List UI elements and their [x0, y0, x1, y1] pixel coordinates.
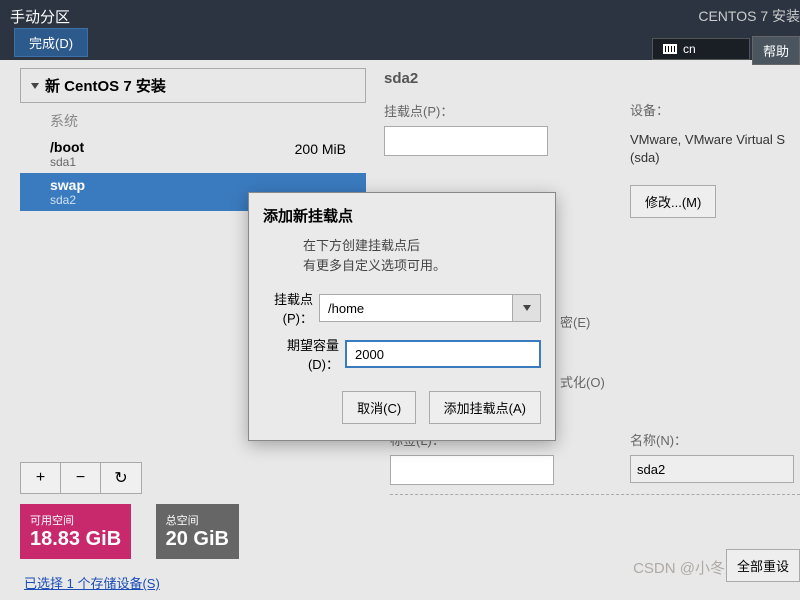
partition-name: swap [50, 177, 356, 193]
add-mount-point-button[interactable]: 添加挂载点(A) [429, 391, 541, 424]
install-header-label: 新 CentOS 7 安装 [45, 75, 166, 96]
dialog-size-label: 期望容量(D)： [263, 335, 345, 373]
dialog-title: 添加新挂载点 [263, 205, 541, 226]
page-heading: 手动分区 [10, 6, 70, 27]
lang-code: cn [683, 42, 696, 56]
dialog-desc-1: 在下方创建挂载点后 [303, 238, 420, 253]
mount-point-dropdown-button[interactable] [513, 294, 541, 322]
remove-partition-button[interactable]: − [61, 463, 101, 493]
avail-value: 18.83 GiB [30, 528, 121, 551]
partition-device: sda1 [50, 155, 356, 169]
dialog-mount-label: 挂载点(P)： [263, 289, 319, 327]
keyboard-layout[interactable]: cn [652, 38, 750, 60]
name-input[interactable] [630, 455, 794, 483]
total-label: 总空间 [166, 512, 229, 528]
partition-toolbar: + − ↻ [20, 462, 142, 494]
cancel-button[interactable]: 取消(C) [342, 391, 416, 424]
install-header[interactable]: 新 CentOS 7 安装 [20, 68, 366, 103]
add-partition-button[interactable]: + [21, 463, 61, 493]
chevron-down-icon [523, 305, 531, 311]
desired-capacity-input[interactable] [345, 340, 541, 368]
reset-all-button[interactable]: 全部重设 [726, 549, 800, 582]
avail-label: 可用空间 [30, 512, 121, 528]
mount-point-input[interactable] [384, 126, 548, 156]
installer-title: CENTOS 7 安装 [698, 6, 800, 26]
selected-partition-title: sda2 [384, 70, 800, 87]
total-space-badge: 总空间 20 GiB [156, 504, 239, 559]
watermark: CSDN @小冬瓜 [633, 557, 740, 578]
name-field-label: 名称(N)： [630, 430, 794, 449]
done-button[interactable]: 完成(D) [14, 28, 88, 57]
add-mount-point-dialog: 添加新挂载点 在下方创建挂载点后 有更多自定义选项可用。 挂载点(P)： 期望容… [248, 192, 556, 441]
device-label: 设备： [630, 100, 800, 119]
encrypt-label: 密(E) [560, 312, 590, 331]
total-value: 20 GiB [166, 528, 229, 551]
reload-button[interactable]: ↻ [101, 463, 141, 493]
label-input[interactable] [390, 455, 554, 485]
mount-point-combo-input[interactable] [319, 294, 513, 322]
device-text: VMware, VMware Virtual S (sda) [630, 131, 800, 167]
mount-point-combo[interactable] [319, 294, 541, 322]
format-label: 式化(O) [560, 372, 605, 391]
chevron-down-icon [31, 83, 39, 89]
keyboard-icon [663, 44, 677, 54]
dialog-desc-2: 有更多自定义选项可用。 [303, 258, 446, 273]
modify-device-button[interactable]: 修改...(M) [630, 185, 716, 218]
system-group-label: 系统 [20, 103, 366, 135]
partition-item-boot[interactable]: /boot sda1 200 MiB [20, 135, 366, 173]
available-space-badge: 可用空间 18.83 GiB [20, 504, 131, 559]
partition-size: 200 MiB [295, 141, 346, 157]
